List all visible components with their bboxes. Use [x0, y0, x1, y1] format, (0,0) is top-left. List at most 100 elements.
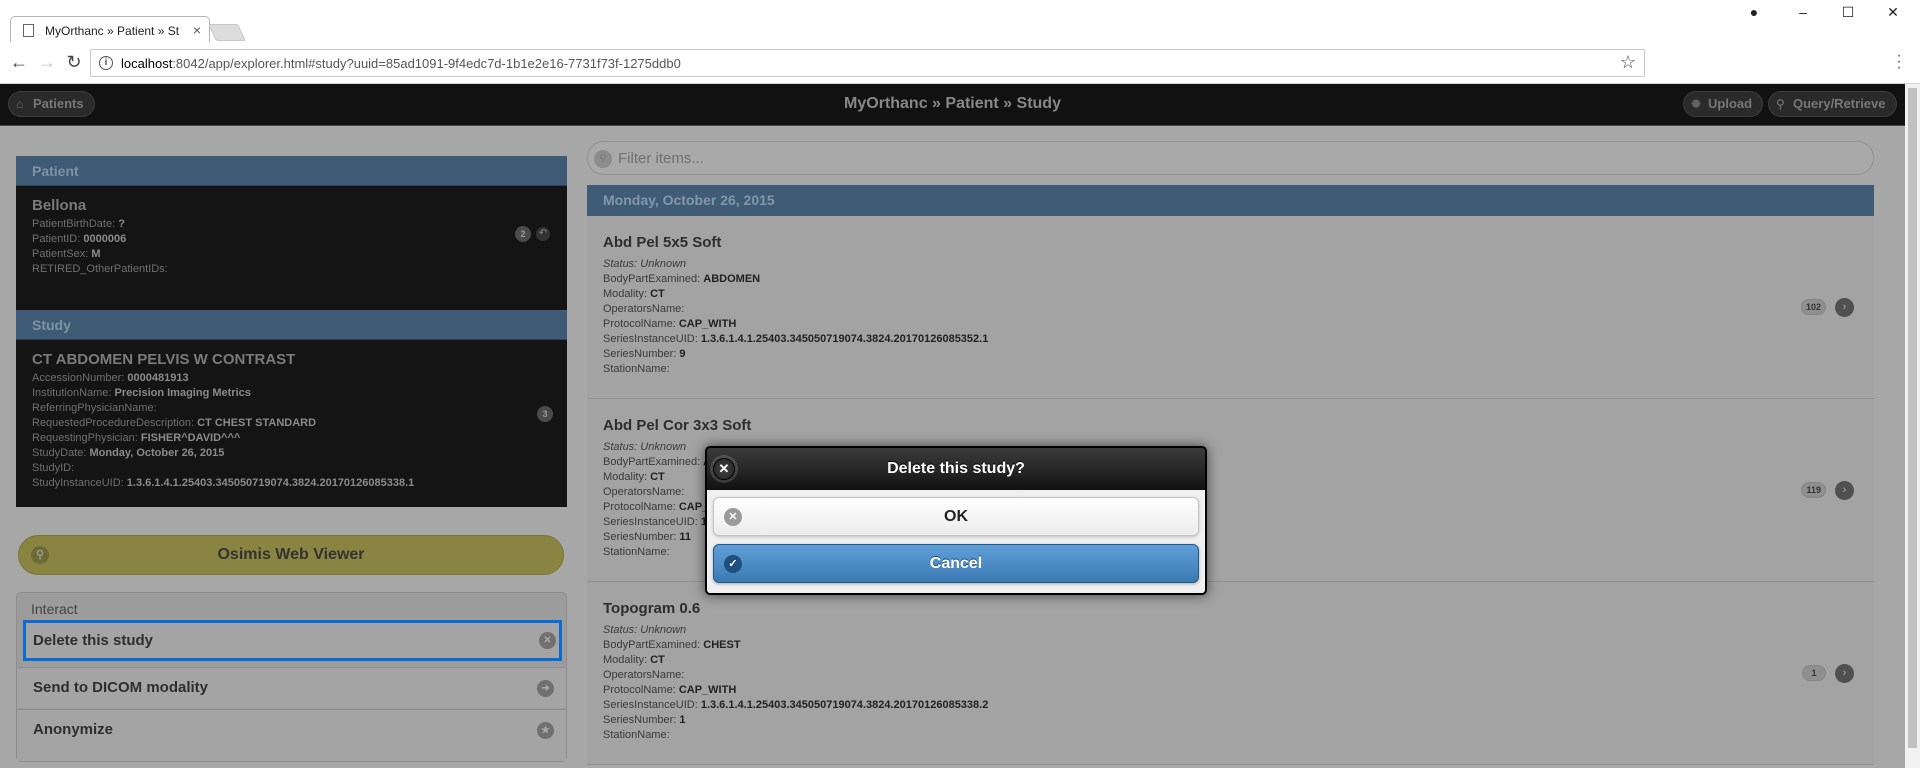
other-ids-label: RETIRED_OtherPatientIDs: — [32, 263, 168, 275]
osimis-viewer-label: Osimis Web Viewer — [217, 546, 365, 563]
study-field: InstitutionName: Precision Imaging Metri… — [32, 386, 551, 401]
chevron-right-icon[interactable]: › — [1835, 481, 1854, 500]
upload-button[interactable]: ✹ Upload — [1683, 91, 1764, 117]
send-dicom-button[interactable]: Send to DICOM modality ➜ — [17, 667, 566, 708]
series-field: SeriesNumber: 9 — [603, 347, 988, 362]
search-icon: ⚲ — [594, 150, 612, 168]
anonymize-label: Anonymize — [33, 721, 114, 738]
minimize-icon[interactable]: – — [1791, 4, 1815, 20]
info-icon[interactable]: i — [99, 56, 113, 70]
close-tab-icon[interactable]: × — [193, 22, 201, 38]
instance-count-badge: 119 — [1801, 482, 1826, 498]
series-field: SeriesInstanceUID: 1.3.6.1.4.1.25403.345… — [603, 332, 988, 347]
query-retrieve-button[interactable]: ⚲ Query/Retrieve — [1768, 91, 1897, 117]
series-field-value: CT — [650, 471, 665, 483]
cancel-label: Cancel — [929, 555, 983, 572]
study-field: ReferringPhysicianName: — [32, 401, 551, 416]
patient-birthdate: PatientBirthDate: ? — [32, 217, 551, 232]
series-field-label: OperatorsName: — [603, 486, 685, 498]
maximize-icon[interactable]: ☐ — [1836, 4, 1860, 21]
series-field-value: CT — [650, 654, 665, 666]
series-field-label: StationName: — [603, 363, 670, 375]
patient-info[interactable]: Bellona PatientBirthDate: ? PatientID: 0… — [16, 186, 567, 310]
patient-id: PatientID: 0000006 — [32, 232, 551, 247]
series-status: Status: Unknown — [603, 624, 687, 636]
study-info[interactable]: CT ABDOMEN PELVIS W CONTRAST AccessionNu… — [16, 340, 567, 507]
dialog-header: ✕ Delete this study? — [707, 448, 1205, 490]
patient-count-badge: 2 — [515, 226, 531, 242]
series-item[interactable]: Topogram 0.6 Status: Unknown BodyPartExami… — [587, 582, 1874, 765]
study-field-label: RequestingPhysician: — [32, 432, 138, 444]
series-field: StationName: — [603, 728, 988, 743]
check-icon: ✓ — [724, 555, 742, 573]
study-field-label: StudyInstanceUID: — [32, 477, 124, 489]
instance-count-badge: 102 — [1800, 299, 1826, 315]
chevron-right-icon[interactable]: › — [1835, 664, 1854, 683]
study-field: StudyID: — [32, 461, 551, 476]
series-item[interactable]: Abd Pel 5x5 Soft Status: Unknown BodyPartE… — [587, 216, 1874, 399]
cancel-button[interactable]: ✓ Cancel — [713, 544, 1199, 583]
birthdate-value: ? — [118, 218, 125, 230]
series-name: Topogram 0.6 — [603, 600, 701, 617]
series-field-label: SeriesNumber: — [603, 714, 677, 726]
study-field-label: InstitutionName: — [32, 387, 112, 399]
forward-icon[interactable]: → — [36, 53, 58, 71]
gear-icon: ✹ — [1691, 97, 1702, 111]
filter-input[interactable] — [618, 148, 1818, 168]
anonymize-button[interactable]: Anonymize ★ — [17, 709, 566, 761]
instance-count-badge: 1 — [1802, 665, 1826, 681]
series-field-label: SeriesNumber: — [603, 531, 677, 543]
scrollbar-thumb[interactable] — [1908, 88, 1917, 748]
dialog-title: Delete this study? — [887, 460, 1025, 477]
search-icon: ⚲ — [31, 546, 49, 564]
bookmark-star-icon[interactable]: ☆ — [1620, 52, 1636, 73]
series-field: BodyPartExamined: ABDOMEN — [603, 272, 988, 287]
search-icon: ⚲ — [1776, 97, 1785, 111]
series-name: Abd Pel 5x5 Soft — [603, 234, 722, 251]
series-field-label: ProtocolName: — [603, 501, 676, 513]
series-field-label: StationName: — [603, 729, 670, 741]
address-bar[interactable]: i localhost:8042/app/explorer.html#study… — [90, 49, 1645, 77]
back-icon[interactable]: ← — [8, 53, 30, 71]
series-field-label: SeriesInstanceUID: — [603, 516, 698, 528]
page-icon — [23, 24, 34, 37]
study-field-label: StudyID: — [32, 462, 75, 474]
study-field-value: FISHER^DAVID^^^ — [140, 432, 241, 444]
browser-tab[interactable]: MyOrthanc » Patient » St × — [10, 16, 210, 43]
series-field: ProtocolName: CAP_WITH — [603, 683, 988, 698]
page-title: MyOrthanc » Patient » Study — [844, 95, 1061, 112]
chevron-right-icon[interactable]: › — [1835, 298, 1854, 317]
close-window-icon[interactable]: ✕ — [1881, 4, 1905, 21]
study-field-label: AccessionNumber: — [32, 372, 125, 384]
series-field: SeriesNumber: 1 — [603, 713, 988, 728]
page-scrollbar[interactable] — [1905, 84, 1920, 768]
sex-value: M — [91, 248, 101, 260]
series-field-label: OperatorsName: — [603, 669, 685, 681]
series-field-label: Modality: — [603, 288, 648, 300]
new-tab-button[interactable] — [208, 24, 246, 41]
interact-menu: Interact Delete this study ✕ Send to DIC… — [16, 592, 567, 762]
series-field-label: SeriesInstanceUID: — [603, 699, 698, 711]
series-field: Modality: CT — [603, 287, 988, 302]
delete-confirm-dialog: ✕ Delete this study? ✕ OK ✓ Cancel — [705, 446, 1207, 595]
url-text: localhost:8042/app/explorer.html#study?u… — [121, 56, 681, 71]
series-field-value: CAP_WITH — [678, 318, 737, 330]
browser-toolbar: ← → ↻ i localhost:8042/app/explorer.html… — [0, 42, 1920, 84]
series-field-label: SeriesInstanceUID: — [603, 333, 698, 345]
reload-icon[interactable]: ↻ — [63, 53, 85, 71]
series-field-value: 1 — [679, 714, 686, 726]
study-fields: AccessionNumber: 0000481913 InstitutionNa… — [32, 371, 551, 491]
delete-study-button[interactable]: Delete this study ✕ — [23, 620, 562, 661]
ok-button[interactable]: ✕ OK — [713, 497, 1199, 536]
url-host: localhost — [121, 56, 173, 71]
osimis-viewer-button[interactable]: ⚲ Osimis Web Viewer — [18, 535, 564, 575]
browser-menu-icon[interactable]: · · · — [1892, 48, 1906, 76]
series-field-label: Modality: — [603, 654, 648, 666]
filter-box: ⚲ — [587, 141, 1874, 175]
study-field-label: ReferringPhysicianName: — [32, 402, 157, 414]
series-field-label: Modality: — [603, 471, 648, 483]
undo-icon[interactable]: ↶ — [536, 227, 550, 241]
send-icon: ➜ — [537, 680, 554, 697]
series-field-value: ABDOMEN — [703, 273, 761, 285]
profile-icon[interactable]: ● — [1742, 4, 1766, 20]
